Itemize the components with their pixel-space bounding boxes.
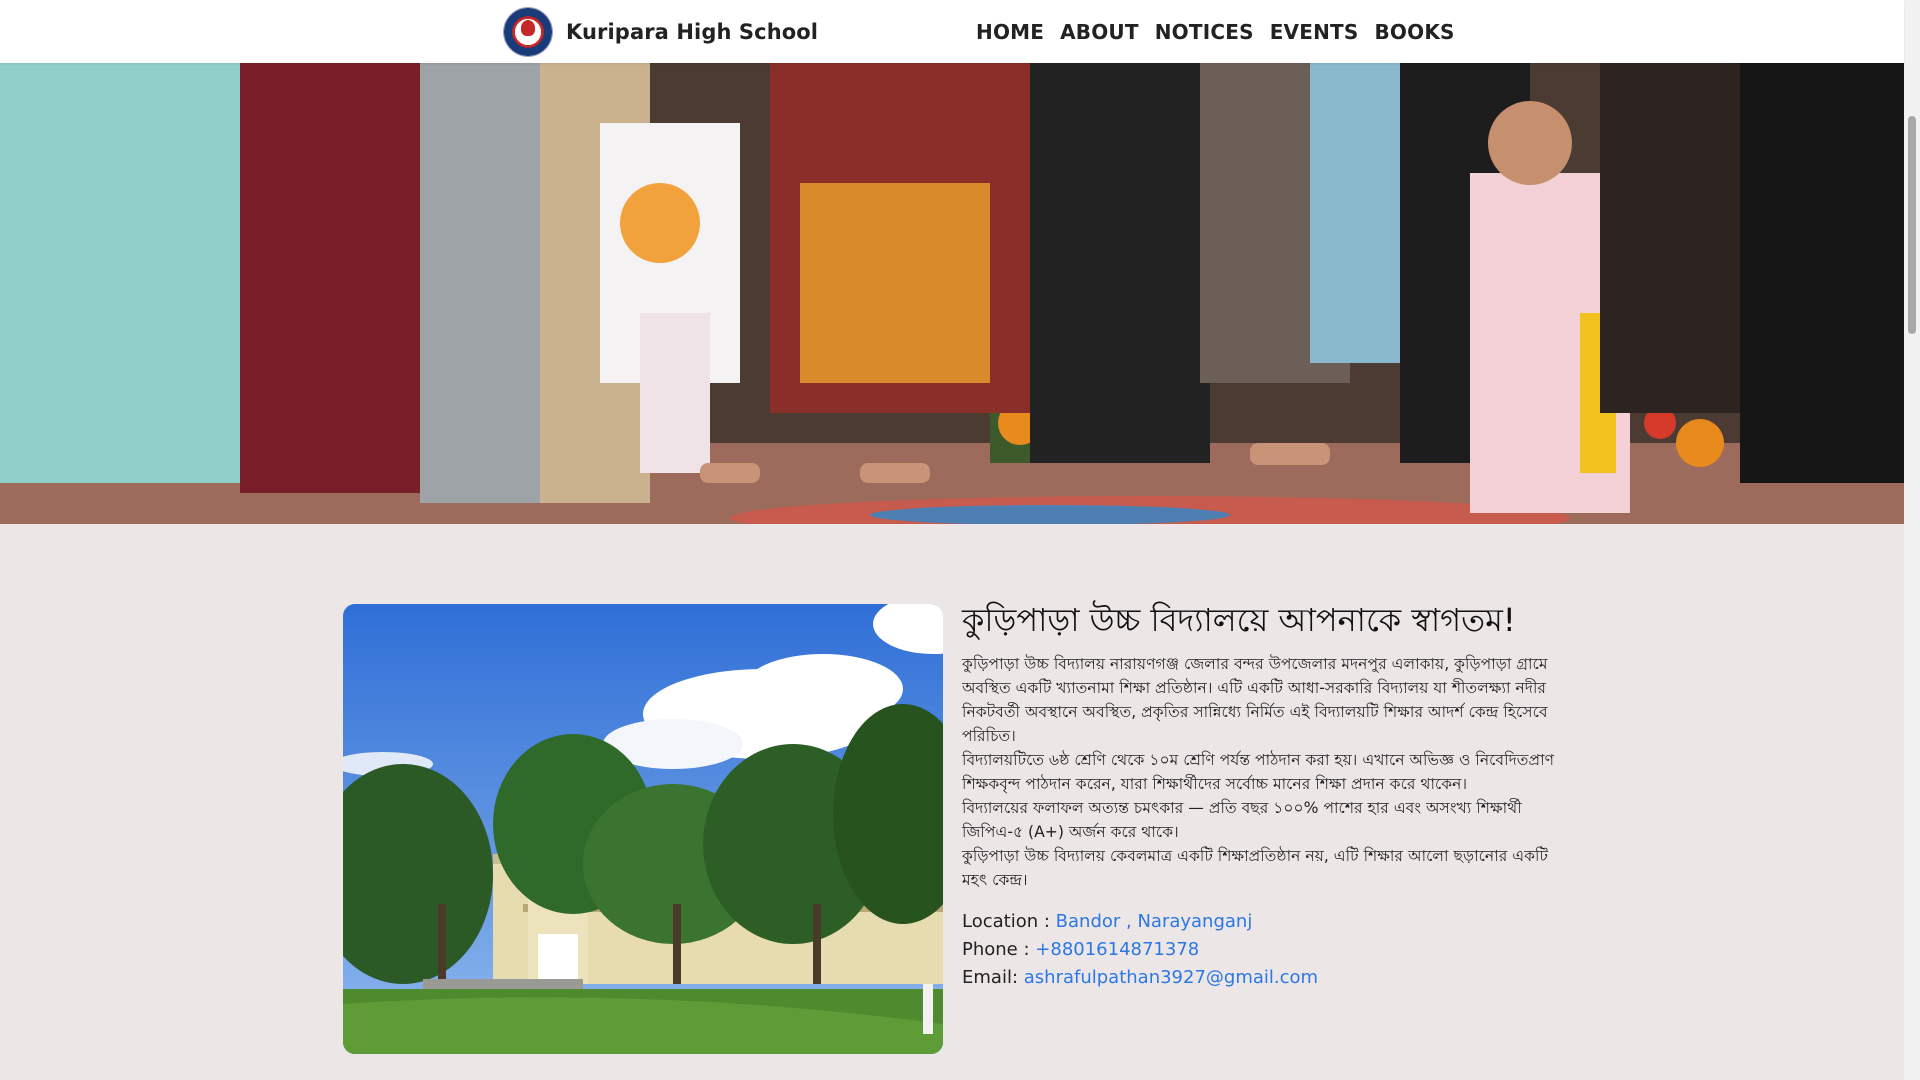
welcome-section: কুড়িপাড়া উচ্চ বিদ্যালয়ে আপনাকে স্বাগত… — [962, 600, 1567, 992]
school-description: কুড়িপাড়া উচ্চ বিদ্যালয় নারায়ণগঞ্জ জে… — [962, 652, 1567, 892]
email-link[interactable]: ashrafulpathan3927@gmail.com — [1024, 967, 1318, 988]
school-building-illustration — [343, 604, 943, 1054]
top-navbar: Kuripara High School HOME ABOUT NOTICES … — [0, 0, 1904, 63]
contact-info: Location : Bandor , Narayanganj Phone : … — [962, 908, 1567, 992]
phone-row: Phone : +8801614871378 — [962, 936, 1567, 964]
nav-books[interactable]: BOOKS — [1374, 20, 1454, 44]
group-photo-illustration — [0, 63, 1904, 524]
brand-name: Kuripara High School — [566, 20, 819, 44]
phone-link[interactable]: +8801614871378 — [1035, 939, 1199, 960]
main-nav: HOME ABOUT NOTICES EVENTS BOOKS — [976, 0, 1471, 63]
description-paragraph: বিদ্যালয়টিতে ৬ষ্ঠ শ্রেণি থেকে ১০ম শ্রেণ… — [962, 750, 1555, 793]
nav-home[interactable]: HOME — [976, 20, 1044, 44]
description-paragraph: কুড়িপাড়া উচ্চ বিদ্যালয় কেবলমাত্র একটি… — [962, 846, 1548, 889]
school-logo-icon — [503, 7, 553, 57]
email-label: Email: — [962, 966, 1019, 988]
page-scrollbar[interactable] — [1904, 0, 1920, 1080]
welcome-title: কুড়িপাড়া উচ্চ বিদ্যালয়ে আপনাকে স্বাগত… — [962, 601, 1516, 639]
school-building-photo — [343, 604, 943, 1054]
nav-events[interactable]: EVENTS — [1270, 20, 1359, 44]
nav-about[interactable]: ABOUT — [1060, 20, 1139, 44]
description-paragraph: কুড়িপাড়া উচ্চ বিদ্যালয় নারায়ণগঞ্জ জে… — [962, 654, 1548, 745]
hero-banner-image — [0, 63, 1904, 524]
location-label: Location : — [962, 910, 1050, 932]
phone-label: Phone : — [962, 938, 1030, 960]
location-row: Location : Bandor , Narayanganj — [962, 908, 1567, 936]
email-row: Email: ashrafulpathan3927@gmail.com — [962, 964, 1567, 992]
brand[interactable]: Kuripara High School — [503, 6, 818, 58]
location-link[interactable]: Bandor , Narayanganj — [1056, 911, 1253, 932]
description-paragraph: বিদ্যালয়ের ফলাফল অত্যন্ত চমৎকার — প্রতি… — [962, 798, 1522, 841]
scrollbar-thumb[interactable] — [1908, 116, 1916, 334]
nav-notices[interactable]: NOTICES — [1155, 20, 1254, 44]
